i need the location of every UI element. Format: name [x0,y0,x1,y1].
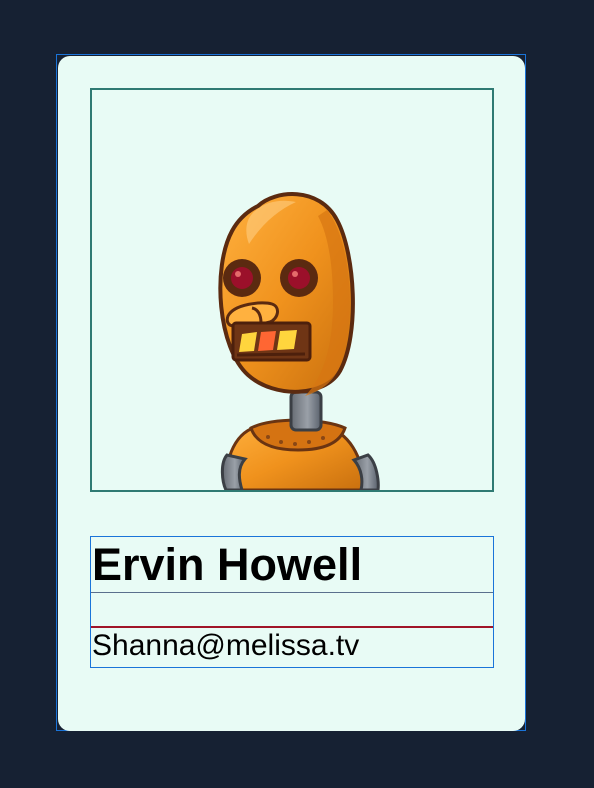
name-row: Ervin Howell [91,537,493,593]
user-card: Ervin Howell Shanna@melissa.tv [58,56,525,731]
avatar [90,88,494,492]
robot-avatar-icon [218,192,380,490]
profile-info: Ervin Howell Shanna@melissa.tv [90,536,494,668]
profile-name: Ervin Howell [92,539,363,590]
profile-email: Shanna@melissa.tv [92,629,360,662]
separator [91,593,493,628]
